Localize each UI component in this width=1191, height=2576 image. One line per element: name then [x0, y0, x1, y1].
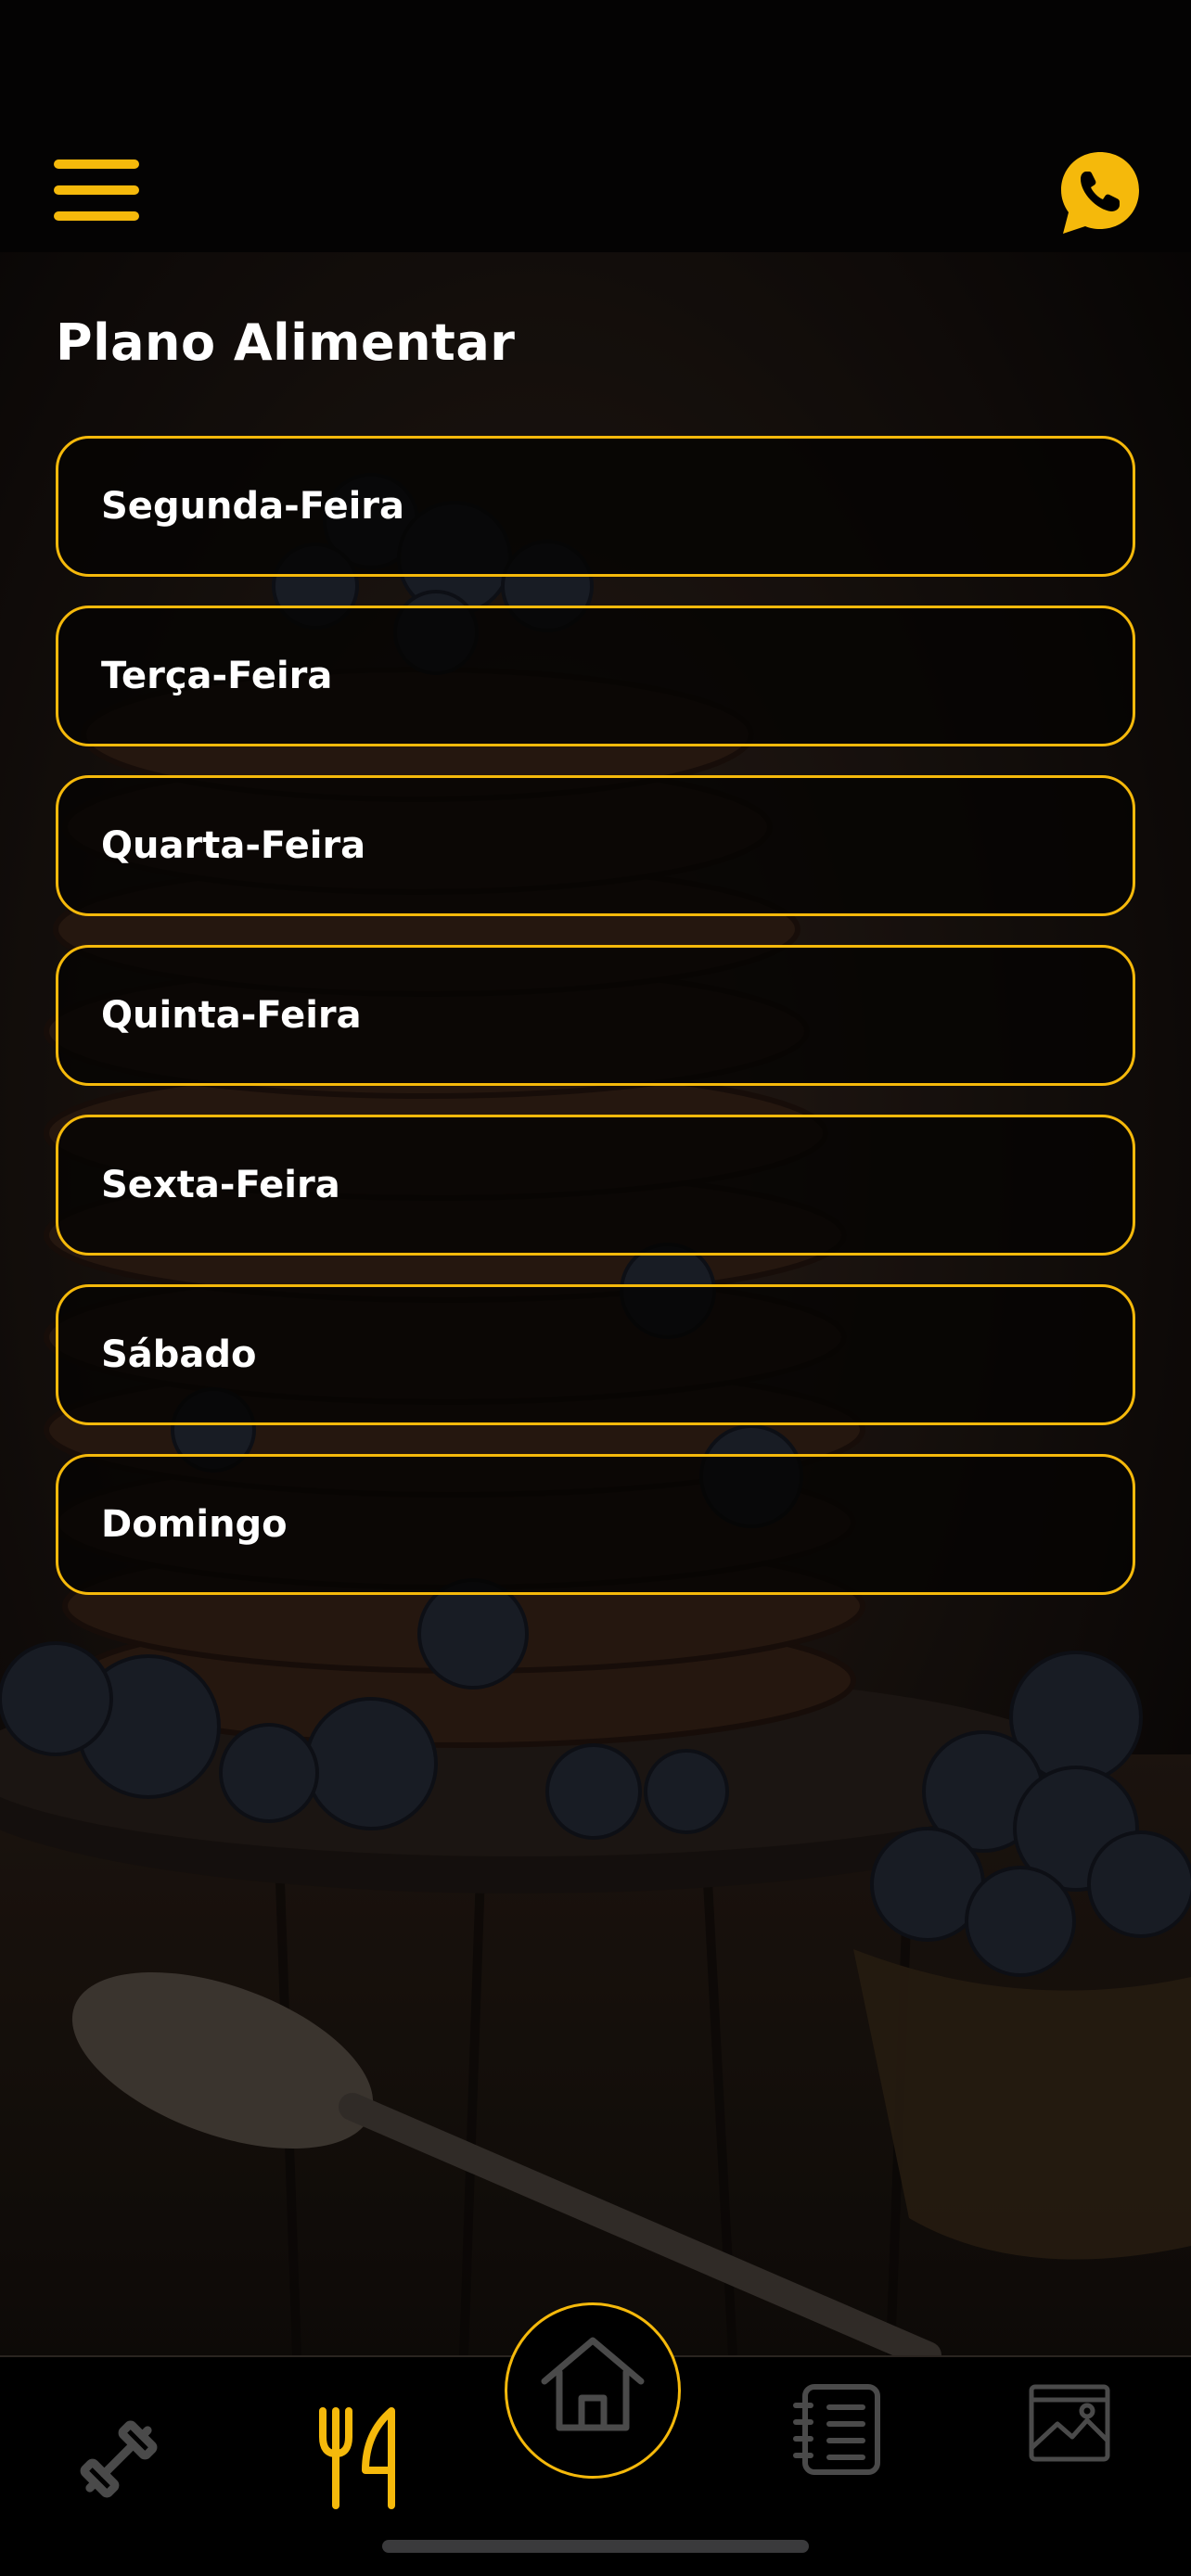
- nav-workout[interactable]: [72, 2413, 165, 2506]
- hamburger-menu-icon[interactable]: [54, 159, 141, 221]
- notebook-list-icon: [793, 2384, 880, 2475]
- day-label: Segunda-Feira: [101, 485, 405, 528]
- home-icon: [541, 2337, 645, 2431]
- day-item-quarta[interactable]: Quarta-Feira: [56, 775, 1135, 916]
- day-item-terca[interactable]: Terça-Feira: [56, 606, 1135, 746]
- dumbbell-icon: [80, 2420, 158, 2498]
- fork-knife-icon: [319, 2407, 395, 2509]
- menu-line: [54, 211, 139, 221]
- gallery-image-icon: [1029, 2384, 1110, 2462]
- nav-diary[interactable]: [790, 2383, 883, 2476]
- nav-gallery[interactable]: [1028, 2383, 1111, 2463]
- day-label: Sexta-Feira: [101, 1164, 340, 1206]
- day-item-domingo[interactable]: Domingo: [56, 1454, 1135, 1595]
- day-label: Quarta-Feira: [101, 824, 366, 867]
- nav-home[interactable]: [505, 2302, 681, 2479]
- day-item-sabado[interactable]: Sábado: [56, 1284, 1135, 1425]
- whatsapp-icon[interactable]: [1056, 148, 1145, 237]
- menu-line: [54, 185, 139, 195]
- day-label: Quinta-Feira: [101, 994, 362, 1037]
- day-list: Segunda-Feira Terça-Feira Quarta-Feira Q…: [56, 436, 1135, 1624]
- menu-line: [54, 159, 139, 169]
- day-label: Domingo: [101, 1503, 288, 1546]
- day-label: Terça-Feira: [101, 655, 333, 697]
- day-item-segunda[interactable]: Segunda-Feira: [56, 436, 1135, 577]
- nav-meal-plan[interactable]: [315, 2405, 399, 2509]
- home-indicator: [382, 2540, 809, 2553]
- page-title: Plano Alimentar: [56, 313, 516, 372]
- day-item-sexta[interactable]: Sexta-Feira: [56, 1115, 1135, 1256]
- app-screen: Plano Alimentar Segunda-Feira Terça-Feir…: [0, 0, 1191, 2576]
- top-bar: [0, 0, 1191, 252]
- day-label: Sábado: [101, 1333, 257, 1376]
- day-item-quinta[interactable]: Quinta-Feira: [56, 945, 1135, 1086]
